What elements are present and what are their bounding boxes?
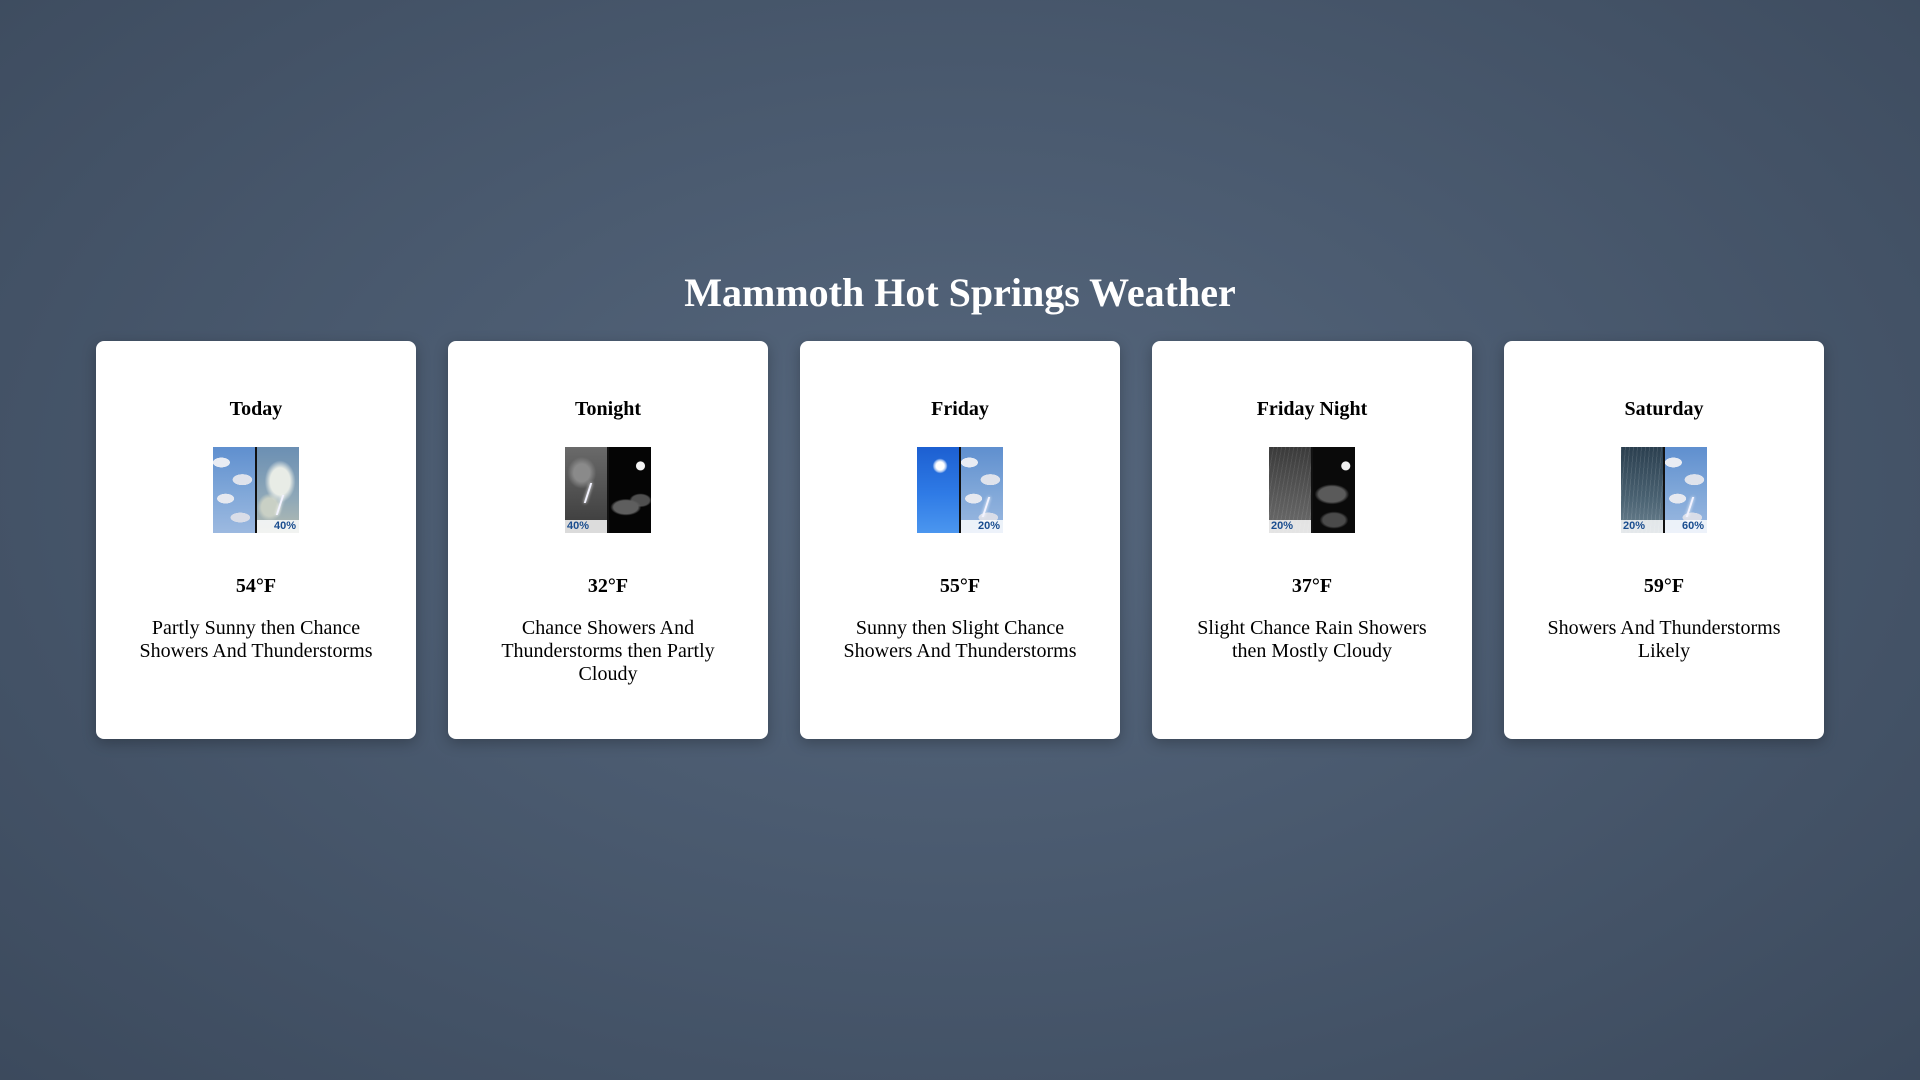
forecast-card-tonight: Tonight 40% 32°F Chance Showers And Thun… (448, 341, 768, 739)
period-name: Saturday (1624, 398, 1704, 420)
precip-chance: 20% (1269, 520, 1311, 533)
thunderstorm-icon: 60% (1665, 447, 1707, 533)
lightning-icon (583, 483, 593, 503)
temperature: 37°F (1291, 575, 1333, 597)
temperature: 55°F (939, 575, 981, 597)
temperature: 32°F (587, 575, 629, 597)
partly-sunny-icon (213, 447, 255, 533)
lightning-icon (1685, 497, 1695, 517)
forecast-card-friday-night: Friday Night 20% 37°F Slight Chance Rain… (1152, 341, 1472, 739)
forecast-list: Today 40% 54°F Partly Sunny then Chance … (96, 341, 1824, 739)
forecast-description: Slight Chance Rain Showers then Mostly C… (1197, 617, 1427, 662)
temperature: 59°F (1643, 575, 1685, 597)
period-name: Today (229, 398, 283, 420)
mostly-cloudy-night-icon (1313, 447, 1355, 533)
forecast-description: Sunny then Slight Chance Showers And Thu… (843, 617, 1077, 662)
weather-icon: 20% 60% (1621, 447, 1707, 533)
precip-chance: 40% (257, 520, 299, 533)
lightning-icon (981, 497, 991, 517)
forecast-description: Partly Sunny then Chance Showers And Thu… (139, 617, 373, 662)
weather-icon: 20% (917, 447, 1003, 533)
rain-showers-icon: 20% (1269, 447, 1311, 533)
forecast-card-saturday: Saturday 20% 60% 59°F Showers And Thunde… (1504, 341, 1824, 739)
weather-icon: 40% (213, 447, 299, 533)
showers-icon: 20% (1621, 447, 1663, 533)
temperature: 54°F (235, 575, 277, 597)
weather-icon: 20% (1269, 447, 1355, 533)
period-name: Friday Night (1256, 398, 1368, 420)
thunderstorm-icon: 40% (565, 447, 607, 533)
thunderstorm-icon: 20% (961, 447, 1003, 533)
forecast-description: Showers And Thunderstorms Likely (1547, 617, 1781, 662)
sunny-icon (917, 447, 959, 533)
forecast-card-friday: Friday 20% 55°F Sunny then Slight Chance… (800, 341, 1120, 739)
forecast-description: Chance Showers And Thunderstorms then Pa… (501, 617, 715, 685)
precip-chance: 20% (961, 520, 1003, 533)
weather-icon: 40% (565, 447, 651, 533)
page-title: Mammoth Hot Springs Weather (684, 270, 1236, 315)
lightning-icon (275, 495, 285, 515)
precip-chance: 60% (1665, 520, 1707, 533)
thunderstorm-icon: 40% (257, 447, 299, 533)
partly-cloudy-night-icon (609, 447, 651, 533)
precip-chance: 20% (1621, 520, 1663, 533)
forecast-card-today: Today 40% 54°F Partly Sunny then Chance … (96, 341, 416, 739)
period-name: Friday (931, 398, 989, 420)
precip-chance: 40% (565, 520, 607, 533)
period-name: Tonight (575, 398, 641, 420)
